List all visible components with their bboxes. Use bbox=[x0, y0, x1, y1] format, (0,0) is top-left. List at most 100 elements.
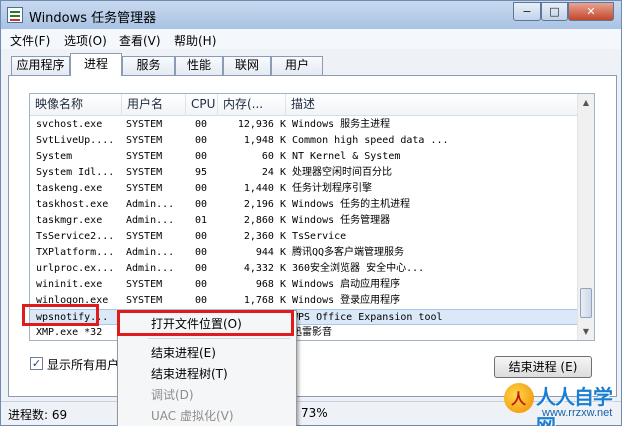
table-row[interactable]: taskhost.exe Admin... 00 2,196 K Windows 任务的… bbox=[30, 197, 577, 213]
memory-cell: 1,440 K bbox=[243, 183, 286, 194]
cpu-cell: 01 bbox=[194, 215, 208, 226]
cpu-cell: 00 bbox=[194, 119, 208, 130]
process-name-cell: wininit.exe bbox=[36, 279, 103, 290]
user-cell: SYSTEM bbox=[126, 279, 163, 290]
description-cell: 腾讯QQ多客户端管理服务 bbox=[292, 247, 405, 258]
table-row[interactable]: svchost.exe SYSTEM 00 12,936 K Windows 服务主进程 bbox=[30, 117, 577, 133]
cpu-usage: 73% bbox=[301, 406, 328, 420]
description-cell: Windows 服务主进程 bbox=[292, 119, 391, 130]
title-bar[interactable]: Windows 任务管理器 − □ ✕ bbox=[1, 1, 621, 29]
memory-cell: 1,768 K bbox=[243, 295, 286, 306]
watermark-title: 人人自学网 bbox=[536, 385, 613, 426]
user-cell: SYSTEM bbox=[126, 231, 163, 242]
memory-cell: 4,332 K bbox=[243, 263, 286, 274]
menu-bar: 文件(F) 选项(O) 查看(V) 帮助(H) bbox=[1, 29, 621, 49]
tab-performance[interactable]: 性能 bbox=[175, 56, 223, 75]
vertical-scrollbar[interactable]: ▲ ▼ bbox=[577, 94, 594, 340]
user-cell: SYSTEM bbox=[126, 167, 163, 178]
end-process-button[interactable]: 结束进程 (E) bbox=[494, 356, 592, 378]
tab-strip: 应用程序 进程 服务 性能 联网 用户 bbox=[1, 53, 621, 76]
user-cell: SYSTEM bbox=[126, 119, 163, 130]
scroll-thumb[interactable] bbox=[580, 288, 592, 318]
ctx-debug: 调试(D) bbox=[151, 388, 194, 402]
highlight-box-process bbox=[22, 304, 99, 326]
process-name-cell: taskhost.exe bbox=[36, 199, 109, 210]
column-memory[interactable]: 内存(... bbox=[218, 94, 286, 116]
list-header: 映像名称 用户名 CPU 内存(... 描述 bbox=[30, 94, 577, 116]
tab-processes[interactable]: 进程 bbox=[70, 53, 122, 76]
description-cell: 迅雷影音 bbox=[292, 327, 332, 338]
tab-applications[interactable]: 应用程序 bbox=[11, 56, 70, 75]
table-row[interactable]: taskeng.exe SYSTEM 00 1,440 K 任务计划程序引擎 bbox=[30, 181, 577, 197]
memory-cell: 60 K bbox=[261, 151, 286, 162]
table-row[interactable]: taskmgr.exe Admin... 01 2,860 K Windows 任务管理… bbox=[30, 213, 577, 229]
description-cell: 任务计划程序引擎 bbox=[292, 183, 372, 194]
user-cell: Admin... bbox=[126, 247, 175, 258]
scroll-up-icon[interactable]: ▲ bbox=[578, 94, 594, 111]
table-row[interactable]: System Idl... SYSTEM 95 24 K 处理器空闲时间百分比 bbox=[30, 165, 577, 181]
maximize-button[interactable]: □ bbox=[541, 2, 568, 21]
cpu-cell: 00 bbox=[194, 199, 208, 210]
highlight-box-menu bbox=[117, 310, 294, 336]
description-cell: Windows 任务管理器 bbox=[292, 215, 391, 226]
ctx-end-process-tree[interactable]: 结束进程树(T) bbox=[121, 364, 293, 385]
tab-networking[interactable]: 联网 bbox=[223, 56, 271, 75]
column-description[interactable]: 描述 bbox=[286, 94, 577, 116]
table-row[interactable]: wpsnotify... WPS Office Expansion tool bbox=[30, 309, 577, 325]
table-row[interactable]: TsService2... SYSTEM 00 2,360 K TsService bbox=[30, 229, 577, 245]
show-all-users-checkbox[interactable]: ✓ bbox=[30, 357, 43, 370]
cpu-cell: 00 bbox=[194, 263, 208, 274]
watermark-url: www.rrzxw.net bbox=[542, 407, 613, 419]
description-cell: Windows 登录应用程序 bbox=[292, 295, 401, 306]
ctx-end-process[interactable]: 结束进程(E) bbox=[121, 343, 293, 364]
memory-cell: 1,948 K bbox=[243, 135, 286, 146]
memory-cell: 2,360 K bbox=[243, 231, 286, 242]
menu-file[interactable]: 文件(F) bbox=[10, 32, 50, 49]
task-manager-icon bbox=[7, 7, 23, 23]
user-cell: Admin... bbox=[126, 215, 175, 226]
process-name-cell: urlproc.ex... bbox=[36, 263, 115, 274]
table-row[interactable]: System SYSTEM 00 60 K NT Kernel & System bbox=[30, 149, 577, 165]
memory-cell: 24 K bbox=[261, 167, 286, 178]
table-row[interactable]: wininit.exe SYSTEM 00 968 K Windows 启动应用程序 bbox=[30, 277, 577, 293]
column-cpu[interactable]: CPU bbox=[186, 94, 218, 116]
cpu-cell: 00 bbox=[194, 135, 208, 146]
ctx-separator bbox=[148, 338, 290, 339]
process-count: 进程数: 69 bbox=[8, 408, 68, 422]
minimize-button[interactable]: − bbox=[513, 2, 541, 21]
cpu-cell: 00 bbox=[194, 231, 208, 242]
user-cell: SYSTEM bbox=[126, 135, 163, 146]
tab-users[interactable]: 用户 bbox=[271, 56, 323, 75]
cpu-cell: 00 bbox=[194, 295, 208, 306]
process-name-cell: taskmgr.exe bbox=[36, 215, 103, 226]
menu-view[interactable]: 查看(V) bbox=[119, 32, 161, 49]
tab-services[interactable]: 服务 bbox=[122, 56, 175, 75]
menu-options[interactable]: 选项(O) bbox=[64, 32, 107, 49]
description-cell: TsService bbox=[292, 231, 347, 242]
process-list[interactable]: 映像名称 用户名 CPU 内存(... 描述 svchost.exe SYSTEM… bbox=[29, 93, 595, 341]
table-row[interactable]: TXPlatform... Admin... 00 944 K 腾讯QQ多客户端管理服务 bbox=[30, 245, 577, 261]
process-name-cell: TsService2... bbox=[36, 231, 115, 242]
description-cell: Windows 任务的主机进程 bbox=[292, 199, 411, 210]
description-cell: 处理器空闲时间百分比 bbox=[292, 167, 392, 178]
description-cell: WPS Office Expansion tool bbox=[292, 312, 443, 323]
column-image-name[interactable]: 映像名称 bbox=[30, 94, 122, 116]
table-row[interactable]: winlogon.exe SYSTEM 00 1,768 K Windows 登录应用程… bbox=[30, 293, 577, 309]
table-row[interactable]: XMP.exe *32 迅雷影音 bbox=[30, 325, 577, 340]
description-cell: Windows 启动应用程序 bbox=[292, 279, 401, 290]
process-name-cell: SvtLiveUp.... bbox=[36, 135, 115, 146]
table-row[interactable]: urlproc.ex... Admin... 00 4,332 K 360安全浏览器 安… bbox=[30, 261, 577, 277]
ctx-uac-virtualization: UAC 虚拟化(V) bbox=[151, 409, 234, 423]
process-name-cell: taskeng.exe bbox=[36, 183, 103, 194]
table-row[interactable]: SvtLiveUp.... SYSTEM 00 1,948 K Common high … bbox=[30, 133, 577, 149]
scroll-down-icon[interactable]: ▼ bbox=[578, 323, 594, 340]
column-user-name[interactable]: 用户名 bbox=[122, 94, 186, 116]
memory-cell: 968 K bbox=[255, 279, 286, 290]
cpu-cell: 00 bbox=[194, 279, 208, 290]
user-cell: SYSTEM bbox=[126, 295, 163, 306]
user-cell: SYSTEM bbox=[126, 151, 163, 162]
close-button[interactable]: ✕ bbox=[568, 2, 614, 21]
process-name-cell: TXPlatform... bbox=[36, 247, 115, 258]
description-cell: NT Kernel & System bbox=[292, 151, 401, 162]
menu-help[interactable]: 帮助(H) bbox=[174, 32, 216, 49]
